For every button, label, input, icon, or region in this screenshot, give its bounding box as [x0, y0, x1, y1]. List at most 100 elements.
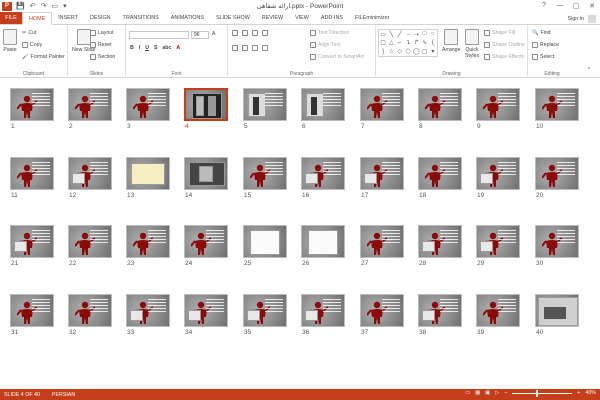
zoom-level[interactable]: 40% — [585, 390, 596, 396]
shape-bend-icon[interactable]: ↴ — [404, 39, 412, 48]
slide-thumbnail-28[interactable] — [418, 225, 462, 258]
tab-add-ins[interactable]: ADD-INS — [315, 12, 349, 24]
select-button[interactable]: Select — [532, 54, 554, 60]
shape-circle-icon[interactable]: ◯ — [412, 47, 420, 56]
slide-thumbnail-19[interactable] — [476, 157, 520, 190]
slide-thumbnail-14[interactable] — [184, 157, 228, 190]
minimize-icon[interactable]: — — [552, 0, 568, 11]
slide-thumbnail-10[interactable] — [535, 88, 579, 121]
shape-corner-icon[interactable]: ⌐ — [396, 39, 404, 48]
redo-icon[interactable]: ↷ — [41, 2, 47, 10]
format-painter-button[interactable]: 🖌 Format Painter — [22, 54, 65, 60]
slide-thumbnail-12[interactable] — [68, 157, 112, 190]
convert-smartart-button[interactable]: Convert to SmartArt — [310, 54, 364, 60]
tab-fileminimizer[interactable]: FILEminimizer — [349, 12, 395, 24]
slide-thumbnail-8[interactable] — [418, 88, 462, 121]
slide-thumbnail-37[interactable] — [360, 294, 404, 327]
shape-diamond-icon[interactable]: ◇ — [396, 47, 404, 56]
layout-button[interactable]: Layout — [90, 30, 114, 36]
tab-home[interactable]: HOME — [22, 12, 53, 25]
undo-icon[interactable]: ↶ — [30, 2, 36, 10]
align-text-button[interactable]: Align Text — [310, 42, 340, 48]
tab-transitions[interactable]: TRANSITIONS — [117, 12, 165, 24]
bold-icon[interactable]: B — [130, 45, 134, 51]
slide-thumbnail-21[interactable] — [10, 225, 54, 258]
tab-design[interactable]: DESIGN — [84, 12, 117, 24]
zoom-in-icon[interactable]: + — [577, 390, 580, 396]
shadow-icon[interactable]: S — [154, 45, 157, 51]
slide-thumbnail-5[interactable] — [243, 88, 287, 121]
reset-button[interactable]: Reset — [90, 42, 112, 48]
justify-icon[interactable] — [262, 45, 268, 51]
sign-in[interactable]: Sign in — [568, 15, 596, 23]
slide-thumbnail-31[interactable] — [10, 294, 54, 327]
slide-thumbnail-26[interactable] — [301, 225, 345, 258]
shape-fill-button[interactable]: Shape Fill — [484, 30, 515, 36]
strikethrough-icon[interactable]: abc — [162, 45, 171, 51]
slide-thumbnail-6[interactable] — [301, 88, 345, 121]
language-indicator[interactable]: PERSIAN — [52, 392, 75, 398]
tab-insert[interactable]: INSERT — [52, 12, 84, 24]
find-button[interactable]: 🔍 Find — [532, 30, 551, 36]
slide-thumbnail-1[interactable] — [10, 88, 54, 121]
slide-thumbnail-27[interactable] — [360, 225, 404, 258]
bullets-icon[interactable] — [232, 30, 238, 36]
shape-square-icon[interactable]: ◻ — [420, 47, 428, 56]
tab-animations[interactable]: ANIMATIONS — [165, 12, 210, 24]
save-icon[interactable]: 💾 — [16, 2, 25, 10]
slide-thumbnail-7[interactable] — [360, 88, 404, 121]
tab-review[interactable]: REVIEW — [256, 12, 289, 24]
shape-triangle-icon[interactable]: △ — [387, 39, 395, 48]
maximize-icon[interactable]: ▢ — [568, 0, 584, 11]
shape-line2-icon[interactable]: ╱ — [396, 30, 404, 39]
arrange-button[interactable]: Arrange — [442, 29, 460, 53]
slide-thumbnail-30[interactable] — [535, 225, 579, 258]
section-button[interactable]: Section — [90, 54, 115, 60]
collapse-ribbon-icon[interactable]: ^ — [588, 67, 590, 73]
quick-styles-button[interactable]: Quick Styles — [462, 29, 482, 59]
slide-thumbnail-36[interactable] — [301, 294, 345, 327]
slide-thumbnail-15[interactable] — [243, 157, 287, 190]
zoom-slider[interactable] — [512, 389, 573, 397]
text-direction-button[interactable]: Text Direction — [310, 30, 349, 36]
shape-more-icon[interactable]: ▾ — [429, 47, 437, 56]
slide-thumbnail-23[interactable] — [126, 225, 170, 258]
slide-thumbnail-11[interactable] — [10, 157, 54, 190]
slide-thumbnail-9[interactable] — [476, 88, 520, 121]
slide-thumbnail-34[interactable] — [184, 294, 228, 327]
slide-thumbnail-16[interactable] — [301, 157, 345, 190]
shape-round-rect-icon[interactable]: ▢ — [379, 39, 387, 48]
tab-view[interactable]: VIEW — [289, 12, 315, 24]
tab-slide-show[interactable]: SLIDE SHOW — [210, 12, 256, 24]
help-icon[interactable]: ? — [536, 0, 552, 11]
shape-oval-icon[interactable]: ○ — [429, 30, 437, 39]
slide-thumbnail-25[interactable] — [243, 225, 287, 258]
paste-button[interactable]: Paste — [3, 29, 17, 53]
decrease-indent-icon[interactable] — [252, 30, 258, 36]
slide-thumbnail-33[interactable] — [126, 294, 170, 327]
replace-button[interactable]: Replace — [532, 42, 559, 48]
numbering-icon[interactable] — [242, 30, 248, 36]
shape-arrow-icon[interactable]: → — [404, 30, 412, 39]
sign-in-link[interactable]: Sign in — [568, 16, 584, 22]
align-right-icon[interactable] — [252, 45, 258, 51]
slide-thumbnail-2[interactable] — [68, 88, 112, 121]
slide-thumbnail-24[interactable] — [184, 225, 228, 258]
slide-thumbnail-4[interactable] — [184, 88, 228, 121]
slide-thumbnail-38[interactable] — [418, 294, 462, 327]
slide-thumbnail-20[interactable] — [535, 157, 579, 190]
slide-thumbnail-40[interactable] — [535, 294, 579, 327]
increase-indent-icon[interactable] — [262, 30, 268, 36]
align-left-icon[interactable] — [232, 45, 238, 51]
italic-icon[interactable]: I — [139, 45, 140, 51]
shape-line-icon[interactable]: ╲ — [387, 30, 395, 39]
customize-icon[interactable]: ▾ — [63, 2, 67, 10]
copy-button[interactable]: Copy — [22, 42, 42, 48]
shape-brace-icon[interactable]: { — [429, 39, 437, 48]
shapes-gallery[interactable]: ▭ ╲ ╱ → ⇢ □ ○ ▢ △ ⌐ ↴ ↱ ∿{ } ☆ ◇ ⬡ ◯ ◻ ▾ — [378, 29, 438, 57]
underline-icon[interactable]: U — [145, 45, 149, 51]
slide-thumbnail-22[interactable] — [68, 225, 112, 258]
font-name-box[interactable] — [129, 31, 189, 39]
shape-star-icon[interactable]: ☆ — [387, 47, 395, 56]
start-icon[interactable]: ▭ — [51, 2, 58, 10]
